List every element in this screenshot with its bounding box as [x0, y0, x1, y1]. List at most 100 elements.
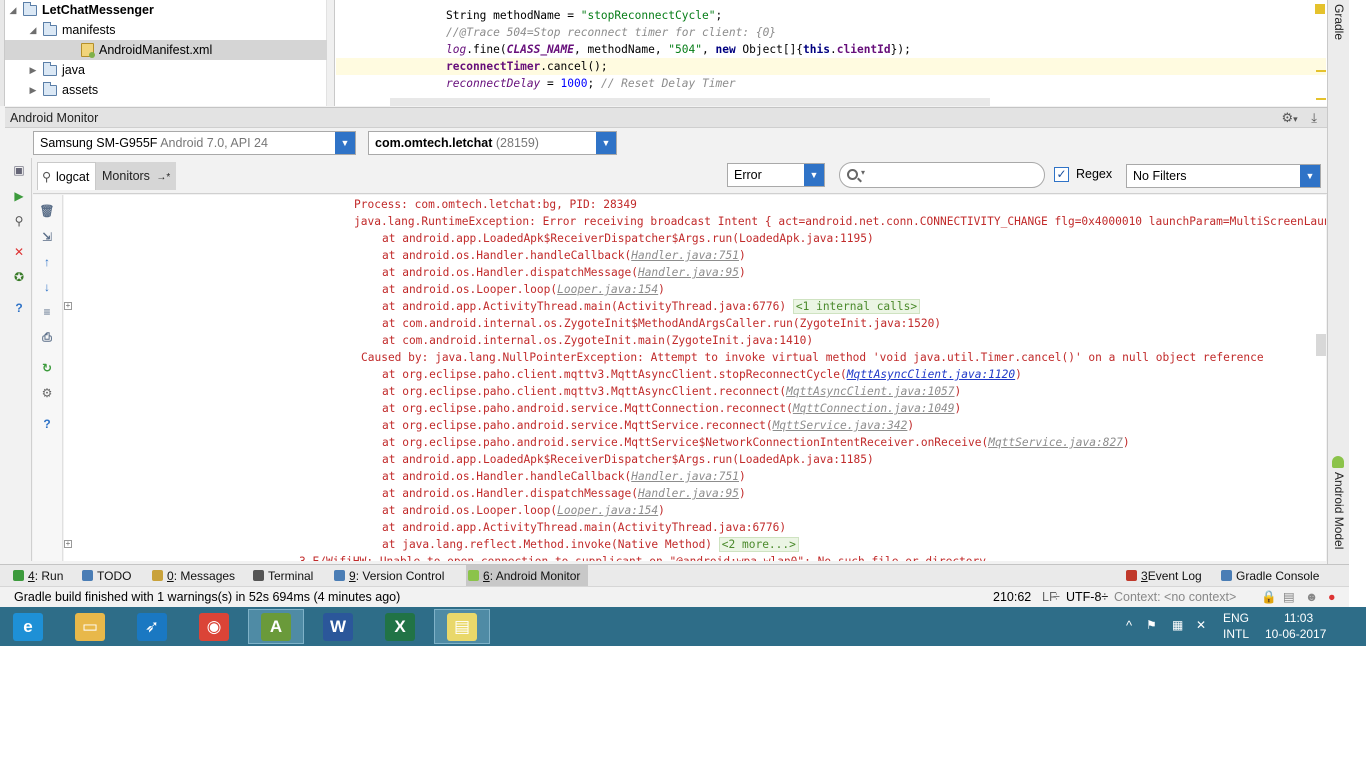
- chevron-down-icon[interactable]: ▼: [1300, 165, 1320, 187]
- git-icon[interactable]: ▤: [1283, 587, 1295, 607]
- terminate-app-icon[interactable]: ✕: [11, 244, 27, 260]
- android-model-tool-tab[interactable]: Android Model: [1332, 472, 1346, 549]
- log-line[interactable]: at org.eclipse.paho.android.service.Mqtt…: [382, 417, 914, 434]
- tab-monitors[interactable]: Monitors →*: [96, 162, 177, 190]
- logcat-scrollbar-thumb[interactable]: [1316, 334, 1326, 356]
- action-center-icon[interactable]: ▦: [1172, 618, 1183, 632]
- show-hidden-icons[interactable]: ^: [1126, 618, 1132, 633]
- scroll-to-end-icon[interactable]: ⇲: [39, 229, 55, 245]
- taskbar-chrome[interactable]: ◉: [186, 609, 242, 644]
- taskbar-app-rocket[interactable]: ➶: [124, 609, 180, 644]
- code-editor[interactable]: String methodName = "stopReconnectCycle"…: [336, 0, 1326, 106]
- restart-icon[interactable]: ↻: [39, 360, 55, 376]
- warning-marker-icon[interactable]: [1315, 4, 1325, 14]
- log-line[interactable]: 3 E/WifiHW: Unable to open connection to…: [299, 553, 986, 561]
- project-tree-scrollbar[interactable]: [326, 0, 334, 106]
- log-line[interactable]: at com.android.internal.os.ZygoteInit$Me…: [382, 315, 941, 332]
- log-line[interactable]: Process: com.omtech.letchat:bg, PID: 283…: [354, 196, 637, 213]
- tab-messages[interactable]: 0: Messages: [150, 565, 235, 587]
- log-line[interactable]: at android.os.Handler.handleCallback(Han…: [382, 247, 746, 264]
- file-encoding[interactable]: UTF-8÷: [1066, 587, 1108, 607]
- log-line[interactable]: at android.os.Looper.loop(Looper.java:15…: [382, 281, 665, 298]
- device-selector[interactable]: Samsung SM-G955F Android 7.0, API 24 ▼: [33, 131, 356, 155]
- tab-logcat[interactable]: ⚲ logcat: [37, 162, 97, 190]
- up-arrow-icon[interactable]: ↑: [39, 254, 55, 270]
- code-line[interactable]: reconnectDelay = 1000; // Reset Delay Ti…: [446, 75, 736, 92]
- language-bottom[interactable]: INTL: [1223, 627, 1249, 641]
- tree-expand-arrow-icon[interactable]: ◢: [7, 0, 19, 20]
- log-line[interactable]: at android.app.LoadedApk$ReceiverDispatc…: [382, 230, 874, 247]
- layout-inspector-icon[interactable]: ✪: [11, 269, 27, 285]
- regex-checkbox[interactable]: ✓: [1054, 167, 1069, 182]
- code-line[interactable]: log.fine(CLASS_NAME, methodName, "504", …: [446, 41, 911, 58]
- process-selector[interactable]: com.omtech.letchat (28159) ▼: [368, 131, 617, 155]
- tab-event-log[interactable]: 3Event Log: [1124, 565, 1202, 587]
- log-line[interactable]: at org.eclipse.paho.client.mqttv3.MqttAs…: [382, 366, 1022, 383]
- log-line[interactable]: at android.app.ActivityThread.main(Activ…: [382, 298, 921, 315]
- taskbar-explorer[interactable]: ▭: [62, 609, 118, 644]
- screen-record-icon[interactable]: ▶: [11, 188, 27, 204]
- taskbar-sticky-notes[interactable]: ▤: [434, 609, 490, 644]
- screen-capture-icon[interactable]: ▣: [11, 162, 27, 178]
- log-level-select[interactable]: Error ▼: [727, 163, 825, 187]
- clock-date[interactable]: 10-06-2017: [1265, 627, 1326, 641]
- log-line[interactable]: java.lang.RuntimeException: Error receiv…: [354, 213, 1326, 230]
- clear-logcat-icon[interactable]: 🗑: [39, 203, 55, 219]
- tab-run[interactable]: 4: Run: [11, 565, 63, 587]
- logcat-output[interactable]: Process: com.omtech.letchat:bg, PID: 283…: [64, 195, 1326, 561]
- log-line[interactable]: Caused by: java.lang.NullPointerExceptio…: [361, 349, 1264, 366]
- log-line[interactable]: at android.app.ActivityThread.main(Activ…: [382, 519, 786, 536]
- tab-version-control[interactable]: 9: Version Control: [332, 565, 444, 587]
- taskbar-android-studio[interactable]: A: [248, 609, 304, 644]
- tree-item-manifests[interactable]: ◢ manifests: [5, 20, 327, 40]
- tab-gradle-console[interactable]: Gradle Console: [1219, 565, 1319, 587]
- taskbar-ie[interactable]: e: [0, 609, 56, 644]
- gear-icon[interactable]: ⚙: [39, 385, 55, 401]
- caret-position[interactable]: 210:62: [993, 587, 1031, 607]
- fold-toggle-icon[interactable]: +: [64, 302, 72, 310]
- help-icon[interactable]: ?: [39, 416, 55, 432]
- fold-toggle-icon[interactable]: +: [64, 540, 72, 548]
- logcat-search-input[interactable]: ▾: [839, 162, 1045, 188]
- log-line[interactable]: at org.eclipse.paho.android.service.Mqtt…: [382, 434, 1130, 451]
- log-line[interactable]: at com.android.internal.os.ZygoteInit.ma…: [382, 332, 813, 349]
- taskbar-word[interactable]: W: [310, 609, 366, 644]
- editor-marker[interactable]: [1316, 98, 1326, 100]
- hide-panel-icon[interactable]: ⤓: [1311, 110, 1317, 125]
- tab-todo[interactable]: TODO: [80, 565, 131, 587]
- status-message[interactable]: Gradle build finished with 1 warnings(s)…: [14, 587, 400, 607]
- language-top[interactable]: ENG: [1223, 611, 1249, 625]
- network-icon[interactable]: ⚑: [1146, 618, 1157, 632]
- log-line[interactable]: at org.eclipse.paho.android.service.Mqtt…: [382, 400, 961, 417]
- log-line[interactable]: at android.os.Handler.dispatchMessage(Ha…: [382, 264, 746, 281]
- help-icon[interactable]: ?: [11, 300, 27, 316]
- gradle-tool-tab[interactable]: Gradle: [1332, 4, 1346, 40]
- log-line[interactable]: at android.os.Handler.dispatchMessage(Ha…: [382, 485, 746, 502]
- lock-icon[interactable]: 🔒: [1261, 587, 1277, 607]
- editor-horizontal-scrollbar[interactable]: [390, 98, 990, 106]
- volume-muted-icon[interactable]: ✕: [1196, 618, 1206, 632]
- code-line[interactable]: reconnectTimer.cancel();: [336, 58, 1326, 75]
- chevron-down-icon[interactable]: ▼: [804, 164, 824, 186]
- settings-gear-icon[interactable]: ⚙▾: [1271, 110, 1297, 125]
- chevron-down-icon[interactable]: ▼: [335, 132, 355, 154]
- code-line[interactable]: String methodName = "stopReconnectCycle"…: [446, 7, 722, 24]
- code-line[interactable]: //@Trace 504=Stop reconnect timer for cl…: [446, 24, 776, 41]
- tree-item-assets[interactable]: ▶ assets: [5, 80, 327, 100]
- log-line[interactable]: at android.app.LoadedApk$ReceiverDispatc…: [382, 451, 874, 468]
- tab-terminal[interactable]: Terminal: [251, 565, 313, 587]
- soft-wrap-icon[interactable]: ≡: [39, 304, 55, 320]
- clock-time[interactable]: 11:03: [1284, 611, 1313, 625]
- chevron-down-icon[interactable]: ▼: [596, 132, 616, 154]
- print-icon[interactable]: ⎙: [39, 329, 55, 345]
- error-icon[interactable]: ●: [1328, 587, 1336, 607]
- tab-android-monitor[interactable]: 6: Android Monitor: [466, 565, 589, 587]
- taskbar-excel[interactable]: X: [372, 609, 428, 644]
- filter-select[interactable]: No Filters ▼: [1126, 164, 1321, 188]
- log-line[interactable]: at android.os.Looper.loop(Looper.java:15…: [382, 502, 665, 519]
- log-line[interactable]: at java.lang.reflect.Method.invoke(Nativ…: [382, 536, 799, 553]
- system-info-icon[interactable]: ⚲: [11, 213, 27, 229]
- log-line[interactable]: at org.eclipse.paho.client.mqttv3.MqttAs…: [382, 383, 961, 400]
- tree-expand-arrow-icon[interactable]: ▶: [27, 60, 39, 80]
- tree-expand-arrow-icon[interactable]: ◢: [27, 20, 39, 40]
